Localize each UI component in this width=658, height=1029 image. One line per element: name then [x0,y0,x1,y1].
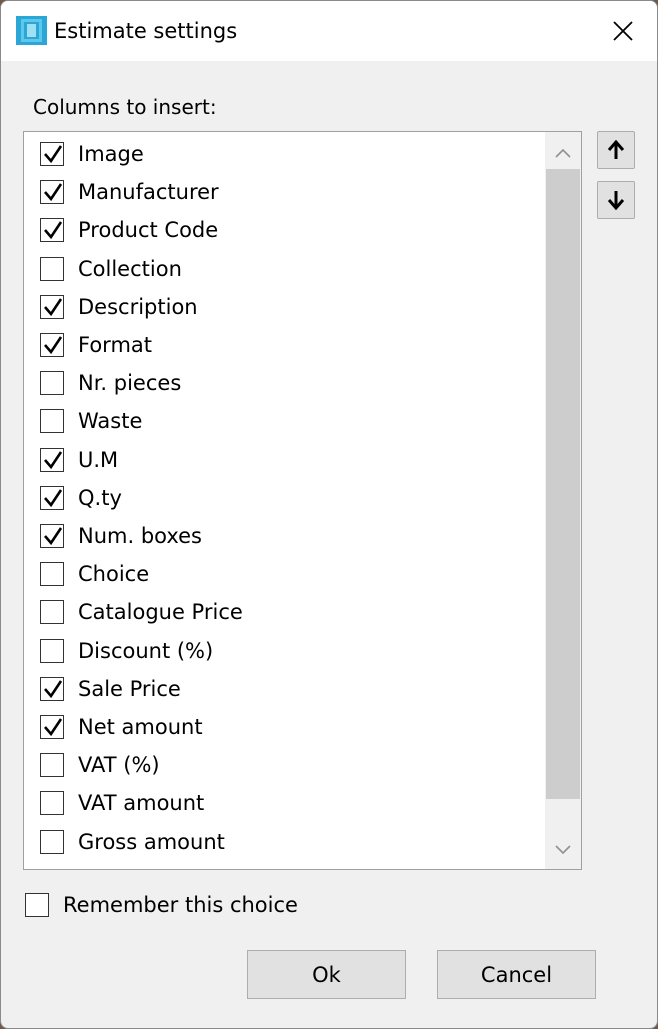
window-title: Estimate settings [54,19,238,43]
checkmark-icon [44,680,63,698]
column-option[interactable]: VAT (%) [24,747,544,785]
column-option-label: Catalogue Price [78,600,243,625]
cancel-button[interactable]: Cancel [437,950,596,999]
column-option-label: Choice [78,562,150,587]
column-option[interactable]: Nr. pieces [24,365,544,403]
column-option-label: Product Code [78,218,219,243]
checkbox[interactable] [40,218,64,243]
columns-label: Columns to insert: [33,95,217,119]
move-up-button[interactable] [597,131,635,169]
checkbox[interactable] [40,829,64,854]
checkmark-icon [44,145,63,164]
remember-choice-label: Remember this choice [63,893,298,917]
column-option-label: Num. boxes [78,524,203,548]
checkbox[interactable] [40,142,64,166]
close-button[interactable] [599,11,647,51]
column-option-label: Q.ty [78,485,122,510]
column-option-label: Image [78,142,144,166]
checkbox[interactable] [40,371,64,396]
scroll-down-button[interactable] [545,832,581,868]
column-option-label: VAT (%) [78,753,160,778]
column-option[interactable]: Waste [24,403,544,441]
column-option[interactable]: U.M [24,442,544,480]
checkmark-icon [44,718,63,737]
column-option[interactable]: Format [24,327,544,365]
checkmark-icon [44,298,63,316]
remember-checkbox-box[interactable] [25,893,49,917]
chevron-down-icon [555,845,571,855]
column-option-label: Format [78,333,153,357]
column-option-label: U.M [78,447,119,472]
checkbox[interactable] [40,676,64,701]
column-option-label: Manufacturer [78,180,219,205]
column-option-label: VAT amount [78,791,205,816]
column-option[interactable]: Gross amount [24,824,544,862]
column-option[interactable]: Discount (%) [24,633,544,671]
column-option-label: Waste [78,409,143,434]
column-option[interactable]: Manufacturer [24,174,544,212]
arrow-down-icon [607,191,625,211]
column-option-label: Collection [78,256,182,281]
close-icon [613,21,633,41]
checkmark-icon [44,527,63,546]
column-option-label: Gross amount [78,829,225,854]
remember-choice-checkbox[interactable]: Remember this choice [25,891,325,923]
checkbox[interactable] [40,333,64,357]
checkbox[interactable] [40,256,64,281]
scroll-up-button[interactable] [545,135,581,171]
checkbox[interactable] [40,562,64,587]
ok-button[interactable]: Ok [247,950,406,999]
app-icon [15,14,48,47]
column-option[interactable]: VAT amount [24,785,544,823]
checkbox[interactable] [40,485,64,510]
checkbox[interactable] [40,791,64,816]
column-option[interactable]: Q.ty [24,480,544,518]
column-option[interactable]: Num. boxes [24,518,544,556]
checkmark-icon [44,183,63,202]
column-option[interactable]: Net amount [24,709,544,747]
column-option-label: Sale Price [78,676,181,701]
arrow-up-icon [607,139,625,159]
checkmark-icon [44,450,63,469]
column-option-label: Net amount [78,715,203,739]
column-option[interactable]: Choice [24,556,544,594]
checkbox[interactable] [40,524,64,548]
checkbox[interactable] [40,600,64,625]
checkbox[interactable] [40,715,64,739]
vertical-scrollbar[interactable] [545,132,581,869]
column-option[interactable]: Sale Price [24,671,544,709]
checkbox[interactable] [40,180,64,205]
title-bar: Estimate settings [1,1,657,61]
column-option[interactable]: Catalogue Price [24,594,544,632]
column-option[interactable]: Product Code [24,212,544,250]
checkmark-icon [44,336,63,355]
estimate-settings-dialog: Estimate settings Columns to insert: Ima… [0,0,658,1029]
column-option-label: Description [78,294,198,319]
column-option[interactable]: Collection [24,251,544,289]
columns-listbox[interactable]: Image Manufacturer Product Code Collection D… [23,131,582,870]
checkbox[interactable] [40,447,64,472]
chevron-up-icon [555,148,571,158]
column-option[interactable]: Description [24,289,544,327]
move-down-button[interactable] [597,181,635,219]
column-option-label: Discount (%) [78,638,214,663]
checkmark-icon [44,221,63,240]
checkmark-icon [44,489,63,507]
checkbox[interactable] [40,638,64,663]
scrollbar-thumb[interactable] [546,169,580,799]
column-option-label: Nr. pieces [78,371,182,396]
checkbox[interactable] [40,294,64,319]
checkbox[interactable] [40,409,64,434]
checkbox[interactable] [40,753,64,778]
column-option[interactable]: Image [24,136,544,174]
